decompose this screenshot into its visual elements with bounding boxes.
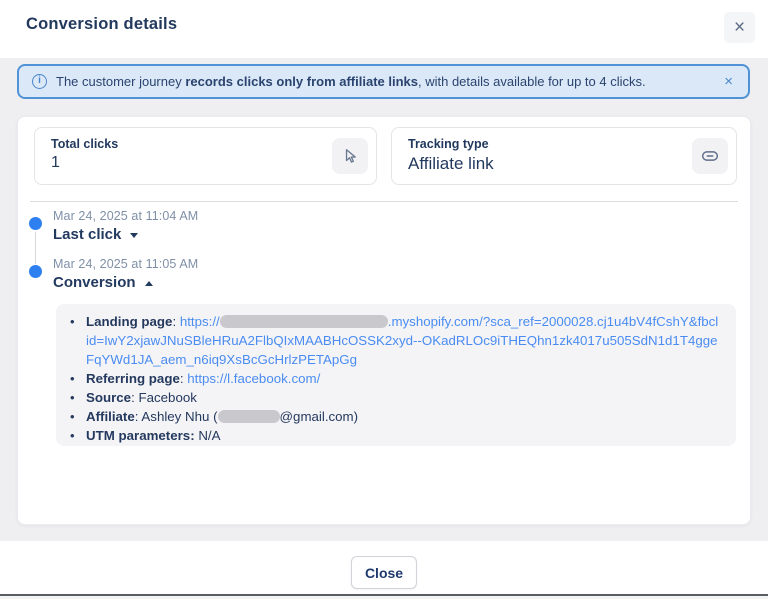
bullet-icon: • [70,426,86,445]
tracking-type-value: Affiliate link [408,154,494,174]
bullet-icon: • [70,388,86,407]
cursor-icon [332,138,368,174]
timeline-connector [35,232,36,264]
detail-affiliate: • Affiliate: Ashley Nhu (@gmail.com) [70,407,720,426]
conversion-toggle[interactable]: Conversion [53,274,198,291]
timeline-entry-conversion: Mar 24, 2025 at 11:05 AM Conversion [53,257,198,291]
source-value: Facebook [138,390,196,405]
timeline-entry-last-click: Mar 24, 2025 at 11:04 AM Last click [53,209,198,243]
detail-landing-page: • Landing page: https://.myshopify.com/?… [70,312,720,369]
total-clicks-value: 1 [51,154,60,172]
timeline-dot [29,217,42,230]
redacted-shop-name [220,315,388,328]
banner-dismiss-icon[interactable]: × [722,73,735,90]
bullet-icon: • [70,312,86,369]
timeline-dot [29,265,42,278]
chevron-down-icon [130,233,138,238]
last-click-label: Last click [53,226,121,243]
utm-value: N/A [195,428,221,443]
info-banner: i The customer journey records clicks on… [17,64,750,99]
close-icon[interactable]: × [724,12,755,43]
page-title: Conversion details [26,15,177,34]
detail-source: • Source: Facebook [70,388,720,407]
bullet-icon: • [70,369,86,388]
modal-header: Conversion details × [0,0,768,58]
redacted-email [218,410,280,423]
close-button[interactable]: Close [351,556,417,589]
conversion-details-box: • Landing page: https://.myshopify.com/?… [56,304,736,446]
detail-utm: • UTM parameters: N/A [70,426,720,445]
chevron-up-icon [145,281,153,286]
conversion-panel: Total clicks 1 Tracking type Affiliate l… [17,116,751,525]
timeline-timestamp: Mar 24, 2025 at 11:05 AM [53,257,198,271]
info-banner-text: The customer journey records clicks only… [56,74,713,89]
detail-referring-page: • Referring page: https://l.facebook.com… [70,369,720,388]
tracking-type-card: Tracking type Affiliate link [391,127,737,185]
total-clicks-label: Total clicks [51,137,118,151]
referring-page-link[interactable]: https://l.facebook.com/ [187,371,320,386]
divider [30,201,738,202]
total-clicks-card: Total clicks 1 [34,127,377,185]
conversion-label: Conversion [53,274,136,291]
timeline-timestamp: Mar 24, 2025 at 11:04 AM [53,209,198,223]
tracking-type-label: Tracking type [408,137,489,151]
link-icon [692,138,728,174]
landing-page-link[interactable]: https://.myshopify.com/?sca_ref=2000028.… [86,314,718,367]
bullet-icon: • [70,407,86,426]
last-click-toggle[interactable]: Last click [53,226,198,243]
info-icon: i [32,74,47,89]
